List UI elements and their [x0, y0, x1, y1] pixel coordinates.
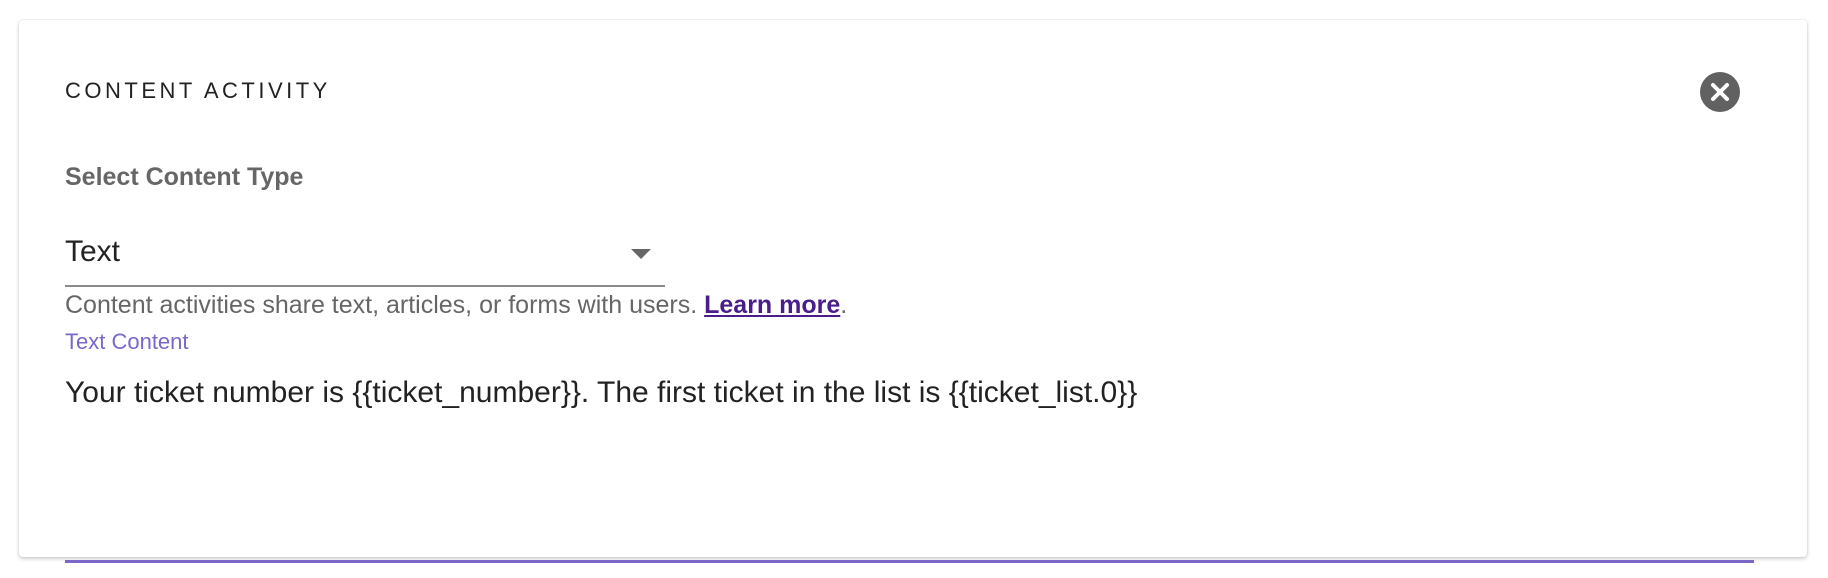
content-type-selected-value: Text — [65, 235, 121, 268]
learn-more-link[interactable]: Learn more — [704, 291, 840, 319]
text-content-field[interactable]: Your ticket number is {{ticket_number}}.… — [65, 370, 1754, 563]
card-title: CONTENT ACTIVITY — [65, 78, 331, 103]
helper-suffix: . — [840, 291, 848, 319]
content-activity-card: CONTENT ACTIVITY Select Content Type Tex… — [19, 20, 1807, 563]
dropdown-arrow-icon — [631, 249, 651, 259]
helper-text: Content activities share text, articles,… — [65, 291, 698, 319]
content-type-helper: Content activities share text, articles,… — [65, 293, 847, 318]
text-content-value: Your ticket number is {{ticket_number}}.… — [65, 376, 1138, 409]
content-type-label: Select Content Type — [65, 163, 304, 191]
text-content-label: Text Content — [65, 329, 189, 354]
content-type-select[interactable]: Text — [65, 225, 665, 287]
close-button[interactable] — [1700, 72, 1740, 112]
close-icon — [1711, 83, 1729, 101]
